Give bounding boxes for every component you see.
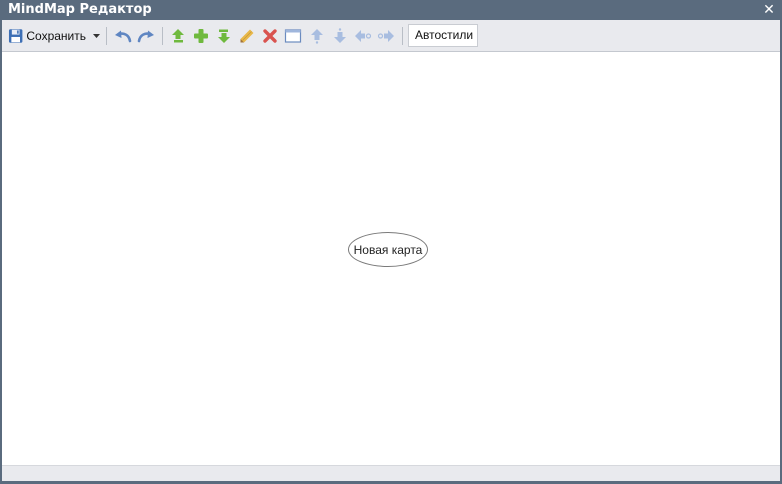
add-sibling-icon	[218, 29, 230, 43]
move-up-button[interactable]	[306, 25, 328, 47]
save-button-label: Сохранить	[26, 29, 86, 43]
move-down-icon	[334, 28, 346, 43]
move-left-icon	[355, 30, 372, 42]
save-button[interactable]: Сохранить	[8, 25, 86, 47]
status-bar	[2, 465, 780, 481]
dropdown-arrow-icon	[92, 33, 100, 38]
close-icon: ✕	[763, 2, 775, 18]
add-child-icon	[194, 29, 208, 43]
delete-icon	[263, 29, 277, 43]
move-up-icon	[311, 29, 323, 44]
move-down-button[interactable]	[329, 25, 351, 47]
window-title: MindMap Редактор	[8, 2, 152, 17]
title-bar[interactable]: MindMap Редактор ✕	[0, 0, 782, 20]
mindmap-canvas[interactable]: Новая карта	[2, 52, 780, 465]
delete-node-button[interactable]	[259, 25, 281, 47]
redo-icon	[137, 30, 154, 43]
add-child-button[interactable]	[190, 25, 212, 47]
move-right-button[interactable]	[375, 25, 397, 47]
toolbar-separator	[402, 27, 403, 45]
toolbar-separator	[106, 27, 107, 45]
add-sibling-button[interactable]	[213, 25, 235, 47]
undo-icon	[115, 30, 132, 43]
toolbar-separator	[162, 27, 163, 45]
mindmap-editor-window: MindMap Редактор ✕ Сохранить Автостили Н…	[0, 0, 782, 484]
edit-node-button[interactable]	[236, 25, 258, 47]
undo-button[interactable]	[112, 25, 134, 47]
save-icon	[8, 29, 23, 43]
save-options-dropdown[interactable]	[90, 25, 102, 47]
frame-icon	[284, 29, 302, 43]
toolbar: Сохранить Автостили	[2, 20, 780, 52]
add-parent-icon	[172, 29, 184, 43]
add-parent-button[interactable]	[167, 25, 189, 47]
close-button[interactable]: ✕	[762, 2, 776, 18]
frame-button[interactable]	[282, 25, 304, 47]
root-node-label: Новая карта	[353, 242, 423, 257]
root-node[interactable]: Новая карта	[348, 232, 428, 267]
move-right-icon	[377, 30, 394, 42]
edit-icon	[240, 29, 254, 43]
redo-button[interactable]	[135, 25, 157, 47]
move-left-button[interactable]	[352, 25, 374, 47]
autostyles-button[interactable]: Автостили	[408, 24, 478, 47]
